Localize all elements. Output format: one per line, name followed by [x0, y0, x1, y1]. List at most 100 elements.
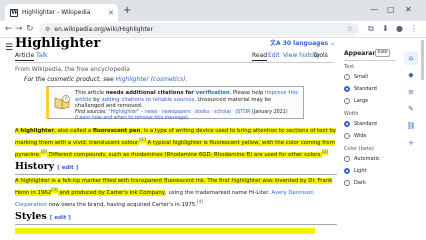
hide-panel-button[interactable]: hide — [375, 49, 390, 57]
lead-paragraph: A highlighter, also called a fluorescent… — [15, 127, 337, 160]
learn-remove-link[interactable]: (Learn how and when to remove this messa… — [75, 116, 188, 121]
radio-selected-icon — [344, 168, 350, 174]
color-light-option[interactable]: Light — [344, 168, 366, 174]
window-close-icon[interactable]: ✕ — [405, 5, 412, 15]
history-paragraph: A highlighter is a felt-tip marker fille… — [15, 177, 337, 210]
downloads-icon[interactable]: ⬇ — [382, 24, 389, 34]
find-sources-label: Find sources: — [75, 109, 109, 115]
width-label: Width — [344, 111, 359, 117]
styles-heading: Styles[ edit ] — [15, 211, 71, 222]
languages-button[interactable]: 文A 30 languages ⌄ — [270, 38, 335, 47]
add-citations-link[interactable]: adding citations to reliable sources — [102, 97, 195, 103]
bookmark-star-icon[interactable]: ☆ — [347, 25, 353, 33]
citation-2b[interactable]: [2] — [322, 150, 329, 156]
opt-label: Automatic — [354, 156, 380, 162]
tab-talk[interactable]: Talk — [36, 52, 48, 59]
history-heading: History[ edit ] — [15, 161, 78, 172]
svg-text:?: ? — [65, 97, 68, 103]
history-s6: now owns the brand, having acquired Cart… — [46, 202, 197, 208]
book-question-icon: ? — [54, 95, 70, 109]
url-bar[interactable]: ⚙ en.wikipedia.org/wiki/Highlighter ☆ — [39, 23, 359, 36]
notice-t2: needs additional citations for — [105, 90, 196, 96]
back-icon[interactable]: ← — [5, 24, 13, 34]
reading-list-icon[interactable]: ≡ — [404, 85, 418, 99]
chevron-down-icon: ⌄ — [328, 40, 336, 47]
profile-icon[interactable]: ● — [396, 24, 403, 34]
url-text: en.wikipedia.org/wiki/Highlighter — [54, 26, 153, 33]
find-sources: Find sources: "Highlighter" – news · new… — [75, 110, 299, 123]
link-icon[interactable]: ⛓ — [404, 119, 418, 133]
find-sources-links[interactable]: "Highlighter" – news · newspapers · book… — [108, 110, 250, 115]
lead-s3: , also called a — [54, 128, 93, 134]
lead-s2: highlighter — [20, 128, 55, 134]
opt-label: Dark — [354, 180, 366, 186]
new-tab-button[interactable]: + — [123, 5, 131, 17]
bookmarks-icon[interactable]: ◆ — [404, 68, 418, 82]
next-paragraph-highlight — [15, 228, 315, 234]
tab-read[interactable]: Read — [252, 52, 268, 61]
citation-2[interactable]: [2] — [40, 150, 47, 156]
tab-article[interactable]: Article — [15, 52, 35, 61]
wikipedia-favicon-icon: W — [10, 8, 18, 17]
text-small-option[interactable]: Small — [344, 74, 368, 80]
notice-t1: This article — [75, 90, 106, 96]
tagline: From Wikipedia, the free encyclopedia — [15, 66, 130, 73]
maximize-icon[interactable]: ▢ — [387, 5, 395, 15]
extensions-icon[interactable]: ⧉ — [368, 24, 374, 34]
radio-icon — [344, 156, 350, 162]
radio-icon — [344, 98, 350, 104]
lead-s9: Different compounds, such as rhodamines … — [46, 152, 323, 158]
citation-notice: ? This article needs additional citation… — [46, 86, 304, 121]
opt-label: Standard — [354, 86, 377, 92]
radio-selected-icon — [344, 121, 350, 127]
edit-icon[interactable]: ✎ — [404, 102, 418, 116]
radio-selected-icon — [344, 86, 350, 92]
site-info-icon[interactable]: ⚙ — [45, 26, 50, 33]
languages-label: 30 languages — [282, 40, 329, 47]
scrollbar-thumb[interactable] — [421, 40, 424, 80]
radio-icon — [344, 74, 350, 80]
tab-edit[interactable]: Edit — [268, 52, 280, 59]
verification-link[interactable]: verification — [196, 90, 230, 96]
width-standard-option[interactable]: Standard — [344, 121, 377, 127]
notice-t6: by — [91, 96, 102, 103]
divider — [344, 60, 396, 61]
color-dark-option[interactable]: Dark — [344, 180, 366, 186]
color-automatic-option[interactable]: Automatic — [344, 156, 380, 162]
divider — [15, 62, 335, 63]
text-standard-option[interactable]: Standard — [344, 86, 377, 92]
tab-title: Highlighter - Wikipedia — [22, 9, 91, 16]
history-heading-text: History — [15, 161, 55, 172]
browser-tab-bar: W Highlighter - Wikipedia ✕ + — ▢ ✕ — [0, 0, 426, 21]
opt-label: Light — [354, 168, 367, 174]
hatnote-text: For the cosmetic product, see — [24, 76, 116, 83]
divider — [15, 174, 337, 175]
width-wide-option[interactable]: Wide — [344, 133, 366, 139]
tools-menu[interactable]: Tools ⌄ — [313, 52, 328, 59]
add-icon[interactable]: + — [404, 136, 418, 150]
notice-t4: . Please help — [229, 90, 265, 96]
text-size-label: Text — [344, 64, 355, 70]
citation-3[interactable]: [3] — [51, 188, 58, 194]
radio-icon — [344, 133, 350, 139]
opt-label: Wide — [354, 133, 367, 139]
styles-heading-text: Styles — [15, 211, 47, 222]
citation-1[interactable]: [1] — [139, 138, 146, 144]
history-edit-link[interactable]: [ edit ] — [57, 165, 78, 171]
minimize-icon[interactable]: — — [370, 5, 378, 15]
opt-label: Small — [354, 74, 368, 80]
close-tab-icon[interactable]: ✕ — [108, 9, 114, 17]
forward-icon[interactable]: → — [15, 24, 23, 34]
radio-icon — [344, 180, 350, 186]
reload-icon[interactable]: ↻ — [26, 24, 34, 34]
color-label: Color (beta) — [344, 146, 374, 152]
home-icon[interactable]: ⌂ — [404, 51, 418, 65]
hatnote-link[interactable]: Highlighter (cosmetics) — [116, 76, 186, 83]
appearance-panel: Appearance hide Text Small Standard Larg… — [340, 46, 402, 240]
lead-s4: fluorescent pen — [92, 128, 141, 134]
browser-tab[interactable]: W Highlighter - Wikipedia ✕ — [5, 4, 118, 21]
styles-edit-link[interactable]: [ edit ] — [50, 215, 71, 221]
browser-menu-icon[interactable]: ⋮ — [410, 24, 418, 34]
citation-4[interactable]: [4] — [197, 200, 203, 205]
text-large-option[interactable]: Large — [344, 98, 368, 104]
